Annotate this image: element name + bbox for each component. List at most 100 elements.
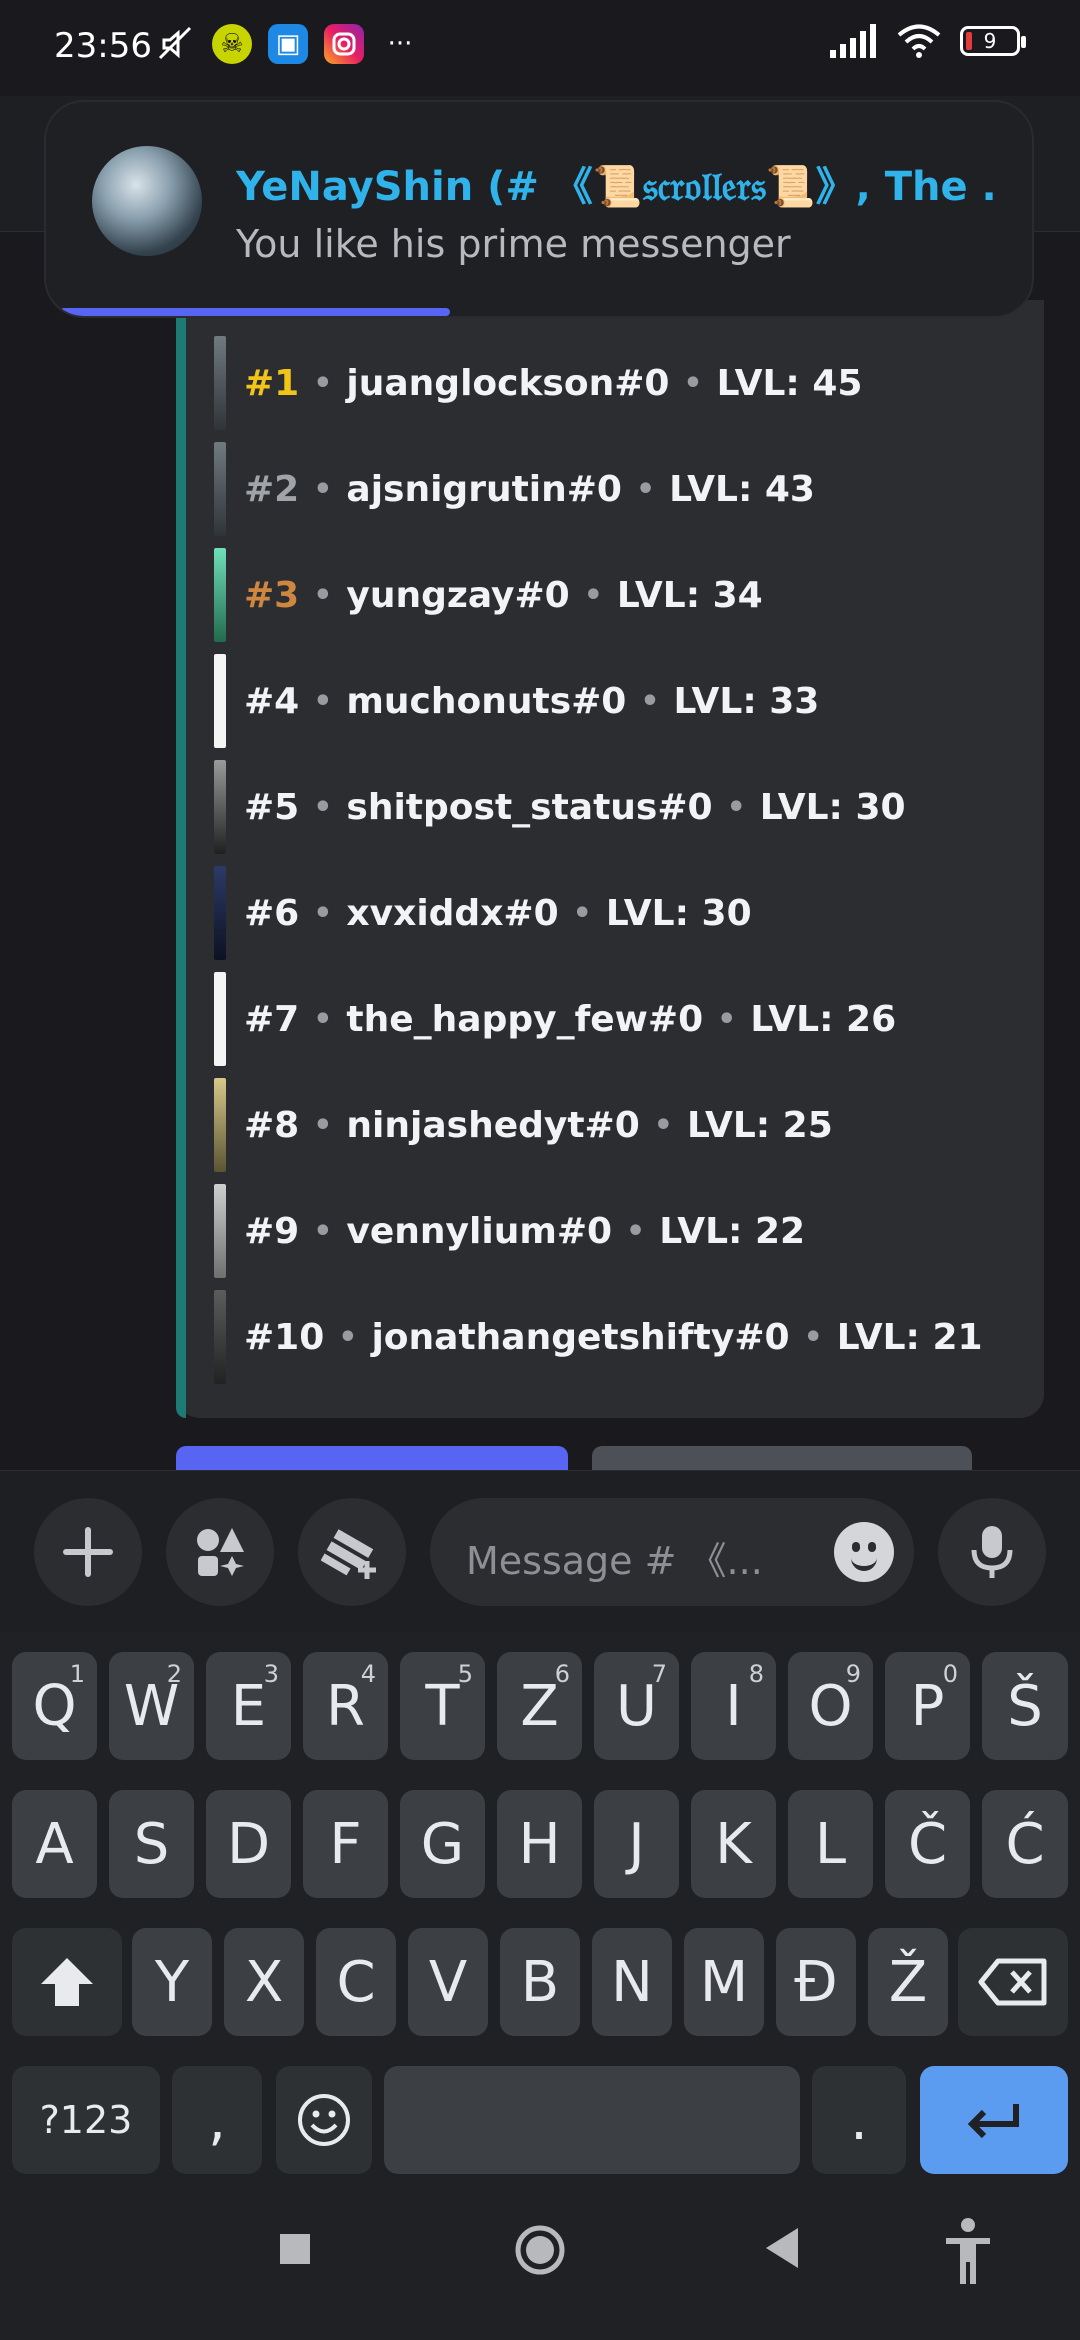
leaderboard-row: #10 • jonathangetshifty#0 • LVL: 21 — [214, 1284, 1018, 1390]
leaderboard-row: #4 • muchonuts#0 • LVL: 33 — [214, 648, 1018, 754]
shift-key[interactable] — [12, 1928, 122, 2036]
key-e[interactable]: E3 — [206, 1652, 291, 1760]
leaderboard-row: #7 • the_happy_few#0 • LVL: 26 — [214, 966, 1018, 1072]
enter-key[interactable] — [920, 2066, 1068, 2174]
key-k[interactable]: K — [691, 1790, 776, 1898]
leaderboard-row: #6 • xvxiddx#0 • LVL: 30 — [214, 860, 1018, 966]
emoji-icon[interactable] — [834, 1522, 894, 1582]
backspace-key[interactable] — [958, 1928, 1068, 2036]
battery-level: 9 — [983, 29, 997, 53]
mute-icon — [156, 24, 196, 64]
home-icon[interactable] — [512, 2222, 568, 2278]
separator: • — [338, 1319, 358, 1355]
leaderboard-row: #3 • yungzay#0 • LVL: 34 — [214, 542, 1018, 648]
sender-avatar — [92, 146, 202, 256]
key-r[interactable]: R4 — [303, 1652, 388, 1760]
key-i[interactable]: I8 — [691, 1652, 776, 1760]
separator: • — [803, 1319, 823, 1355]
recents-icon[interactable] — [278, 2232, 312, 2266]
key-z[interactable]: Z6 — [497, 1652, 582, 1760]
backspace-icon — [978, 1958, 1047, 2006]
signal-icon — [830, 24, 876, 58]
user-avatar — [214, 654, 226, 748]
separator: • — [313, 1107, 333, 1143]
voice-button[interactable] — [938, 1498, 1046, 1606]
level: LVL: 26 — [750, 998, 897, 1040]
leaderboard-row: #1 • juanglockson#0 • LVL: 45 — [214, 330, 1018, 436]
key-f[interactable]: F — [303, 1790, 388, 1898]
level: LVL: 21 — [836, 1316, 983, 1358]
key-q[interactable]: Q1 — [12, 1652, 97, 1760]
primary-action-button[interactable] — [176, 1446, 568, 1470]
user-avatar — [214, 1184, 226, 1278]
level: LVL: 33 — [673, 680, 820, 722]
key-c-acute[interactable]: Ć — [982, 1790, 1068, 1898]
app-icon: ▣ — [268, 24, 308, 64]
key-p[interactable]: P0 — [885, 1652, 970, 1760]
level: LVL: 34 — [616, 574, 763, 616]
key-t[interactable]: T5 — [400, 1652, 485, 1760]
microphone-icon — [971, 1526, 1013, 1578]
key-y[interactable]: Y — [132, 1928, 212, 2036]
key-n[interactable]: N — [592, 1928, 672, 2036]
separator: • — [726, 789, 746, 825]
key-b[interactable]: B — [500, 1928, 580, 2036]
username: vennylium#0 — [346, 1210, 613, 1252]
key-u[interactable]: U7 — [594, 1652, 679, 1760]
gift-button[interactable] — [298, 1498, 406, 1606]
key-s[interactable]: S — [109, 1790, 194, 1898]
clock: 23:56 — [54, 26, 152, 66]
comma-key[interactable]: , — [172, 2066, 262, 2174]
key-m[interactable]: M — [684, 1928, 764, 2036]
user-avatar — [214, 442, 226, 536]
username: xvxiddx#0 — [346, 892, 559, 934]
user-avatar — [214, 1078, 226, 1172]
separator: • — [640, 683, 660, 719]
leaderboard-row: #9 • vennylium#0 • LVL: 22 — [214, 1178, 1018, 1284]
separator: • — [313, 683, 333, 719]
separator: • — [313, 789, 333, 825]
key-c-caron[interactable]: Č — [885, 1790, 970, 1898]
battery-icon: 9 — [960, 26, 1026, 56]
key-a[interactable]: A — [12, 1790, 97, 1898]
user-avatar — [214, 1290, 226, 1384]
key-j[interactable]: J — [594, 1790, 679, 1898]
separator: • — [717, 1001, 737, 1037]
key-s-caron[interactable]: Š — [982, 1652, 1068, 1760]
key-d[interactable]: D — [206, 1790, 291, 1898]
secondary-action-button[interactable] — [592, 1446, 972, 1470]
plus-button[interactable] — [34, 1498, 142, 1606]
key-x[interactable]: X — [224, 1928, 304, 2036]
status-bar: 23:56 ☠ ▣ ··· 9 — [0, 0, 1080, 96]
key-h[interactable]: H — [497, 1790, 582, 1898]
username: jonathangetshifty#0 — [371, 1316, 790, 1358]
plus-icon — [63, 1527, 113, 1577]
symbols-key[interactable]: ?123 — [12, 2066, 160, 2174]
on-screen-keyboard: Q1 W2 E3 R4 T5 Z6 U7 I8 O9 P0 Š A S D F … — [0, 1632, 1080, 2192]
apps-button[interactable] — [166, 1498, 274, 1606]
rank-label: #7 — [244, 998, 300, 1040]
message-composer: Message # 《... — [0, 1470, 1080, 1633]
key-g[interactable]: G — [400, 1790, 485, 1898]
message-notification[interactable]: YeNayShin (# 《📜𝔰𝔠𝔯𝔬𝔩𝔩𝔢𝔯𝔰📜》, The ... You … — [44, 100, 1034, 318]
emoji-key[interactable] — [276, 2066, 372, 2174]
enter-icon — [967, 2104, 1019, 2139]
back-icon[interactable] — [762, 2226, 802, 2270]
wifi-icon — [897, 24, 941, 58]
key-c[interactable]: C — [316, 1928, 396, 2036]
message-input[interactable]: Message # 《... — [430, 1498, 914, 1606]
key-w[interactable]: W2 — [109, 1652, 194, 1760]
period-key[interactable]: . — [812, 2066, 906, 2174]
game-icon: ☠ — [212, 24, 252, 64]
embed-accent-bar — [176, 300, 186, 1418]
key-v[interactable]: V — [408, 1928, 488, 2036]
level: LVL: 30 — [605, 892, 752, 934]
leaderboard-row: #8 • ninjashedyt#0 • LVL: 25 — [214, 1072, 1018, 1178]
key-z-caron[interactable]: Ž — [868, 1928, 948, 2036]
accessibility-icon[interactable] — [940, 2216, 996, 2286]
space-bar[interactable] — [384, 2066, 800, 2174]
key-l[interactable]: L — [788, 1790, 873, 1898]
username: the_happy_few#0 — [346, 998, 704, 1040]
key-d-stroke[interactable]: Đ — [776, 1928, 856, 2036]
key-o[interactable]: O9 — [788, 1652, 873, 1760]
